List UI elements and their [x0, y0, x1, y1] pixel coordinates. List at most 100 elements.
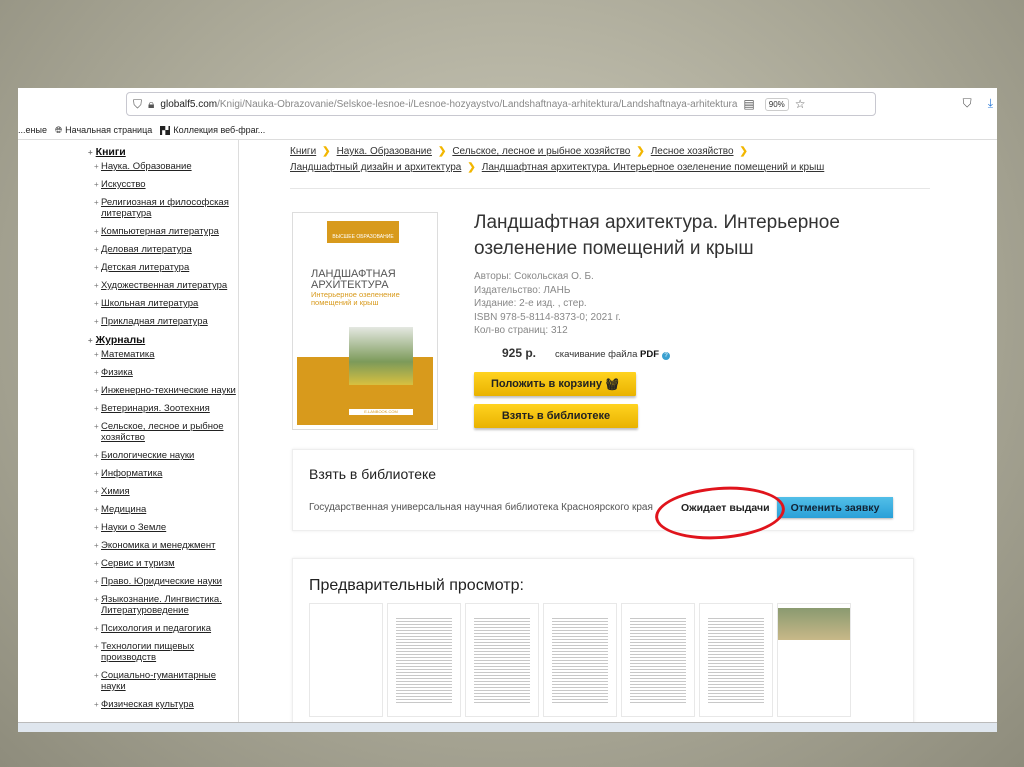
url-domain: globalf5.com [160, 98, 218, 110]
sidebar-item[interactable]: Технологии пищевых производств [88, 641, 238, 663]
chevron-right-icon: ❯ [739, 146, 748, 157]
sidebar-item[interactable]: Науки о Земле [88, 522, 238, 533]
bookmark-star-icon[interactable]: ☆ [795, 97, 806, 111]
pocket-icon[interactable]: ⛉ [963, 96, 972, 111]
sidebar-item[interactable]: Экономика и менеджмент [88, 540, 238, 551]
sidebar-item[interactable]: Художественная литература [88, 280, 238, 291]
sidebar-item-label: Биологические науки [101, 450, 195, 461]
sidebar-item[interactable]: Инженерно-технические науки [88, 385, 238, 396]
sidebar-item[interactable]: Языкознание. Лингвистика. Литературоведе… [88, 594, 238, 616]
take-in-library-button[interactable]: Взять в библиотеке [474, 404, 638, 428]
lock-icon: 🔒︎ [148, 96, 155, 111]
sidebar-item-label: Информатика [101, 468, 163, 479]
zoom-level[interactable]: 90% [764, 97, 789, 111]
breadcrumb-link[interactable]: Сельское, лесное и рыбное хозяйство [452, 146, 630, 157]
sidebar-item[interactable]: Математика [88, 349, 238, 360]
sidebar-item[interactable]: Компьютерная литература [88, 226, 238, 237]
breadcrumb-link[interactable]: Ландшафтный дизайн и архитектура [290, 162, 461, 173]
book-isbn: ISBN 978-5-8114-8373-0; 2021 г. [474, 311, 621, 323]
bookmark-item[interactable]: ...еные [18, 125, 47, 135]
basket-icon: 🧺︎ [605, 378, 620, 391]
preview-page-thumbnail[interactable] [543, 603, 617, 717]
file-format: PDF [640, 349, 660, 360]
cover-plants-image [349, 327, 413, 385]
sidebar-item[interactable]: Искусство [88, 179, 238, 190]
sidebar-item[interactable]: Школьная литература [88, 298, 238, 309]
browser-window: ⛉ 🔒︎ globalf5.com/Knigi/Nauka-Obrazovani… [18, 88, 997, 732]
sidebar-item[interactable]: Информатика [88, 468, 238, 479]
breadcrumb-link[interactable]: Книги [290, 146, 316, 157]
sidebar-item[interactable]: Деловая литература [88, 244, 238, 255]
bookmark-item[interactable]: ▞ Коллекция веб-фраг... [160, 125, 265, 135]
sidebar-item[interactable]: Медицина [88, 504, 238, 515]
category-sidebar: Книги Наука. Образование Искусство Религио… [88, 144, 238, 717]
book-meta: Авторы: Сокольская О. Б. Издательство: Л… [474, 270, 621, 338]
preview-heading: Предварительный просмотр: [309, 577, 524, 594]
sidebar-item[interactable]: Химия [88, 486, 238, 497]
book-cover: ВЫСШЕЕ ОБРАЗОВАНИЕ ЛАНДШАФТНАЯ АРХИТЕКТУ… [292, 212, 438, 430]
sidebar-item-label: Наука. Образование [101, 161, 192, 172]
sidebar-item-label: Социально-гуманитарные науки [101, 670, 217, 692]
preview-page-thumbnail[interactable] [387, 603, 461, 717]
chevron-right-icon: ❯ [467, 162, 476, 173]
breadcrumb-link[interactable]: Ландшафтная архитектура. Интерьерное озе… [482, 162, 825, 173]
preview-page-thumbnail[interactable] [465, 603, 539, 717]
help-icon[interactable]: ? [662, 352, 671, 360]
sidebar-item-label: Религиозная и философская литература [101, 197, 229, 219]
library-heading: Взять в библиотеке [309, 466, 437, 482]
reader-view-icon[interactable]: ▤ [743, 97, 754, 111]
sidebar-item-label: Психология и педагогика [101, 623, 212, 634]
sidebar-item[interactable]: Психология и педагогика [88, 623, 238, 634]
breadcrumb-link[interactable]: Лесное хозяйство [651, 146, 734, 157]
chevron-right-icon: ❯ [437, 146, 447, 157]
taskbar [18, 722, 997, 732]
address-bar[interactable]: ⛉ 🔒︎ globalf5.com/Knigi/Nauka-Obrazovani… [126, 92, 876, 116]
sidebar-item-label: Сервис и туризм [101, 558, 175, 569]
download-info: скачивание файла PDF? [555, 349, 671, 360]
sidebar-item-label: Ветеринария. Зоотехния [101, 403, 210, 414]
sidebar-item-label: Экономика и менеджмент [101, 540, 216, 551]
preview-card: Предварительный просмотр: [292, 558, 914, 732]
add-to-cart-button[interactable]: Положить в корзину 🧺︎ [474, 372, 636, 396]
sidebar-item-label: Деловая литература [101, 244, 192, 255]
collection-icon: ▞ [160, 125, 171, 135]
cancel-request-button[interactable]: Отменить заявку [777, 497, 893, 518]
preview-page-thumbnail[interactable] [309, 603, 383, 717]
sidebar-item[interactable]: Биологические науки [88, 450, 238, 461]
sidebar-item[interactable]: Прикладная литература [88, 316, 238, 327]
sidebar-item[interactable]: Физика [88, 367, 238, 378]
sidebar-item[interactable]: Физическая культура [88, 699, 238, 710]
sidebar-books[interactable]: Книги [88, 146, 238, 158]
chevron-right-icon: ❯ [636, 146, 645, 157]
chevron-right-icon: ❯ [322, 146, 331, 157]
sidebar-item-label: Математика [101, 349, 155, 360]
breadcrumb: Книги ❯ Наука. Образование ❯ Сельское, лесно… [290, 144, 930, 176]
preview-page-thumbnail[interactable] [777, 603, 851, 717]
highlight-circle [653, 482, 787, 544]
book-price: 925 р. [502, 346, 537, 360]
sidebar-item[interactable]: Сервис и туризм [88, 558, 238, 569]
cover-site: E.LANBOOK.COM [349, 409, 413, 415]
sidebar-item[interactable]: Сельское, лесное и рыбное хозяйство [88, 421, 238, 443]
sidebar-item[interactable]: Детская литература [88, 262, 238, 273]
sidebar-item-label: Физика [101, 367, 133, 378]
book-pages: Кол-во страниц: 312 [474, 325, 568, 336]
download-icon[interactable]: ⤓ [988, 96, 993, 111]
sidebar-item-label: Компьютерная литература [101, 226, 219, 237]
sidebar-journals[interactable]: Журналы [88, 334, 238, 346]
sidebar-item-label: Физическая культура [101, 699, 194, 710]
sidebar-item-label: Медицина [101, 504, 147, 515]
sidebar-item-label: Прикладная литература [101, 316, 208, 327]
breadcrumb-link[interactable]: Наука. Образование [337, 146, 432, 157]
sidebar-item[interactable]: Религиозная и философская литература [88, 197, 238, 219]
preview-page-thumbnail[interactable] [699, 603, 773, 717]
sidebar-item-label: Технологии пищевых производств [101, 641, 195, 663]
sidebar-item[interactable]: Наука. Образование [88, 161, 238, 172]
cover-series: ВЫСШЕЕ ОБРАЗОВАНИЕ [327, 221, 399, 243]
preview-page-thumbnail[interactable] [621, 603, 695, 717]
sidebar-item[interactable]: Социально-гуманитарные науки [88, 670, 238, 692]
sidebar-item[interactable]: Право. Юридические науки [88, 576, 238, 587]
bookmark-item[interactable]: 🌐︎ Начальная страница [55, 125, 152, 136]
sidebar-item[interactable]: Ветеринария. Зоотехния [88, 403, 238, 414]
sidebar-item-label: Инженерно-технические науки [101, 385, 236, 396]
